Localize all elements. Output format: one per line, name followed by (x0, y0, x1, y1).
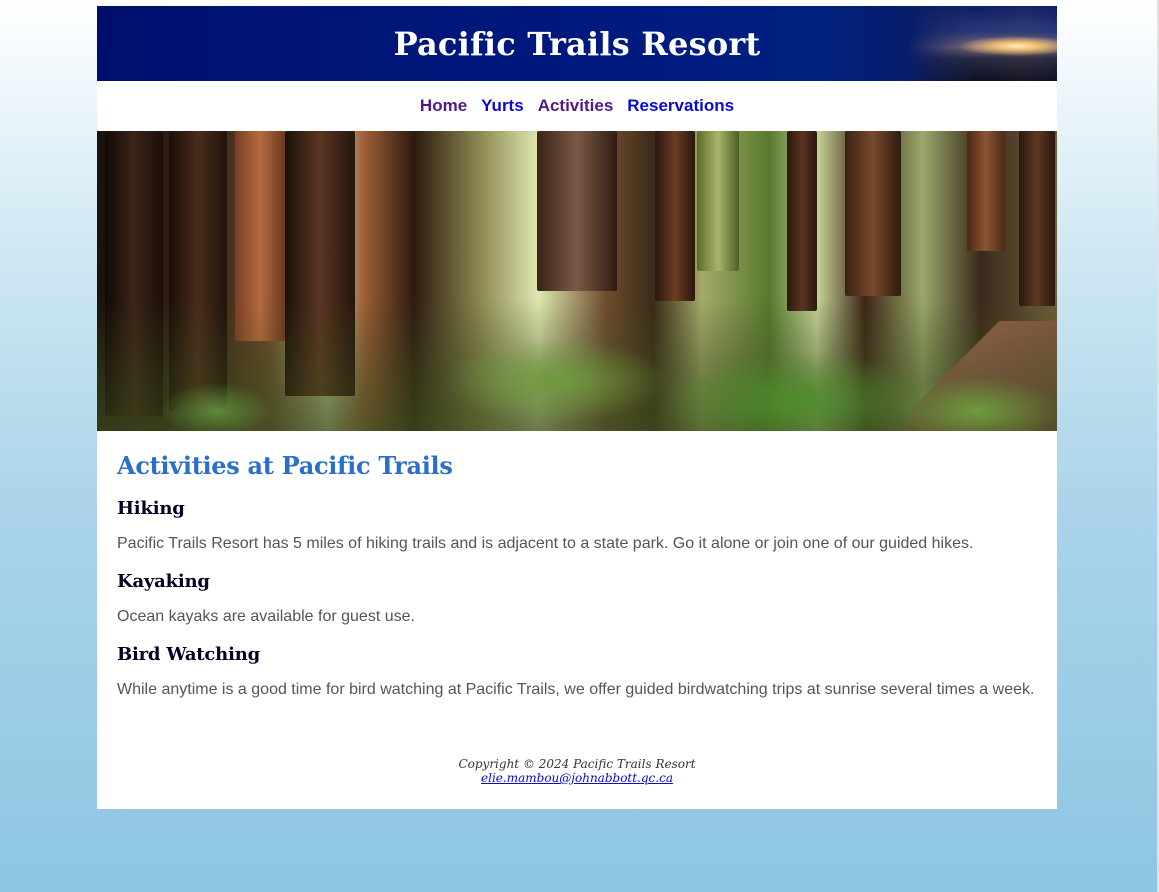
footer-email-link[interactable]: elie.mambou@johnabbott.qc.ca (481, 771, 673, 785)
nav-yurts-link[interactable]: Yurts (481, 96, 524, 115)
tree-trunk (697, 131, 739, 271)
page-wrapper: Pacific Trails Resort Home Yurts Activit… (97, 6, 1057, 809)
section-heading-bird-watching: Bird Watching (117, 644, 260, 665)
section-heading-kayaking: Kayaking (117, 571, 210, 592)
main-nav: Home Yurts Activities Reservations (97, 81, 1057, 131)
tree-trunk (537, 131, 617, 291)
section-text-kayaking: Ocean kayaks are available for guest use… (117, 608, 415, 625)
sunset-image (907, 6, 1057, 81)
section-heading-hiking: Hiking (117, 498, 185, 519)
tree-trunk (845, 131, 901, 296)
hero-forest-image (97, 131, 1057, 431)
site-title: Pacific Trails Resort (393, 24, 761, 63)
tree-trunk (1019, 131, 1055, 306)
site-footer: Copyright © 2024 Pacific Trails Resort e… (97, 735, 1057, 809)
section-text-hiking: Pacific Trails Resort has 5 miles of hik… (117, 535, 974, 552)
copyright-text: Copyright © 2024 Pacific Trails Resort (458, 757, 696, 771)
tree-trunk (787, 131, 817, 311)
site-header: Pacific Trails Resort (97, 6, 1057, 81)
fern-foliage (97, 301, 1057, 431)
nav-activities-link[interactable]: Activities (538, 96, 614, 115)
main-content: Activities at Pacific Trails Hiking Paci… (97, 431, 1057, 735)
page-heading: Activities at Pacific Trails (117, 451, 453, 480)
tree-trunk (967, 131, 1005, 251)
nav-home-link[interactable]: Home (420, 96, 467, 115)
section-text-bird-watching: While anytime is a good time for bird wa… (117, 681, 1035, 698)
nav-reservations-link[interactable]: Reservations (627, 96, 734, 115)
tree-trunk (655, 131, 695, 301)
